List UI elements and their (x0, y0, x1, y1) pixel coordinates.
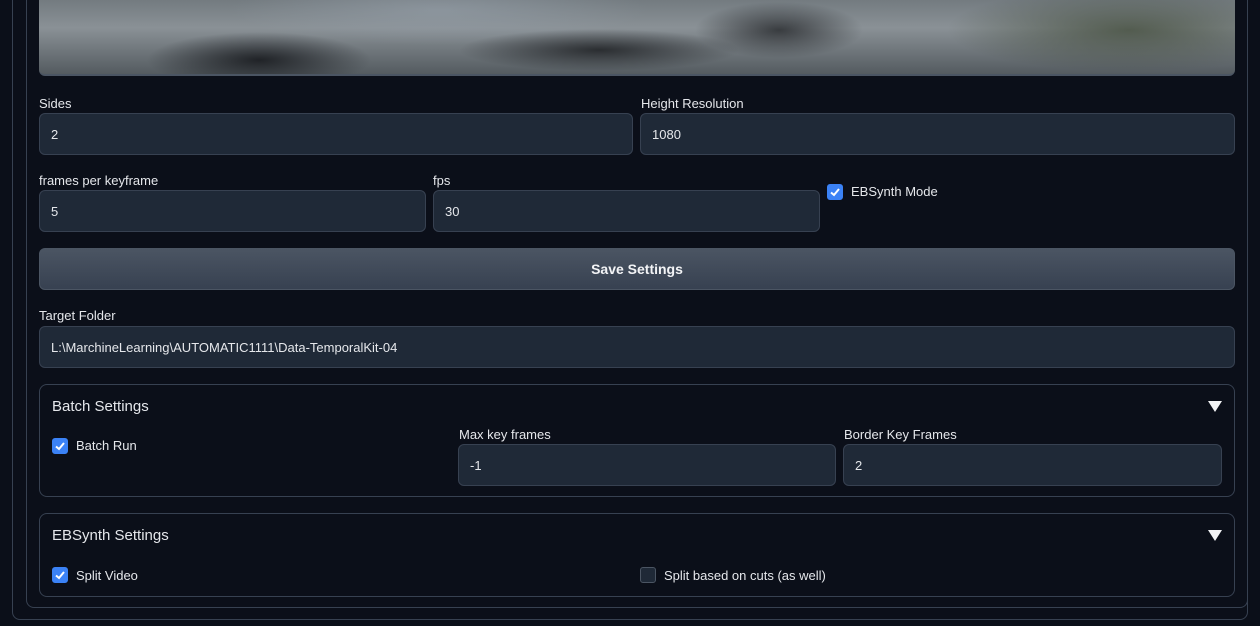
max-key-frames-input[interactable]: -1 (458, 444, 836, 486)
border-key-frames-label: Border Key Frames (844, 427, 957, 442)
split-video-checkbox[interactable] (52, 567, 68, 583)
split-cuts-checkbox[interactable] (640, 567, 656, 583)
frames-per-keyframe-label: frames per keyframe (39, 173, 159, 188)
fps-label: fps (433, 173, 451, 188)
sides-input[interactable]: 2 (39, 113, 633, 155)
save-settings-button[interactable]: Save Settings (39, 248, 1235, 290)
batch-run-checkbox[interactable] (52, 438, 68, 454)
height-resolution-input[interactable]: 1080 (640, 113, 1235, 155)
batch-run-label: Batch Run (76, 438, 137, 453)
check-icon (55, 442, 65, 451)
sides-label: Sides (39, 96, 72, 111)
check-icon (830, 188, 840, 197)
collapse-triangle-icon[interactable] (1208, 530, 1222, 541)
ebsynth-mode-checkbox[interactable] (827, 184, 843, 200)
split-cuts-label: Split based on cuts (as well) (664, 568, 826, 583)
preview-image (39, 0, 1235, 76)
height-resolution-label: Height Resolution (641, 96, 744, 111)
target-folder-label: Target Folder (39, 308, 116, 323)
border-key-frames-input[interactable]: 2 (843, 444, 1222, 486)
split-video-label: Split Video (76, 568, 138, 583)
frames-per-keyframe-input[interactable]: 5 (39, 190, 426, 232)
target-folder-input[interactable]: L:\MarchineLearning\AUTOMATIC1111\Data-T… (39, 326, 1235, 368)
ebsynth-settings-section (39, 513, 1235, 597)
max-key-frames-label: Max key frames (459, 427, 551, 442)
fps-input[interactable]: 30 (433, 190, 820, 232)
ebsynth-mode-label: EBSynth Mode (851, 184, 938, 199)
collapse-triangle-icon[interactable] (1208, 401, 1222, 412)
check-icon (55, 571, 65, 580)
ebsynth-settings-title[interactable]: EBSynth Settings (52, 527, 169, 544)
batch-settings-title[interactable]: Batch Settings (52, 398, 149, 415)
